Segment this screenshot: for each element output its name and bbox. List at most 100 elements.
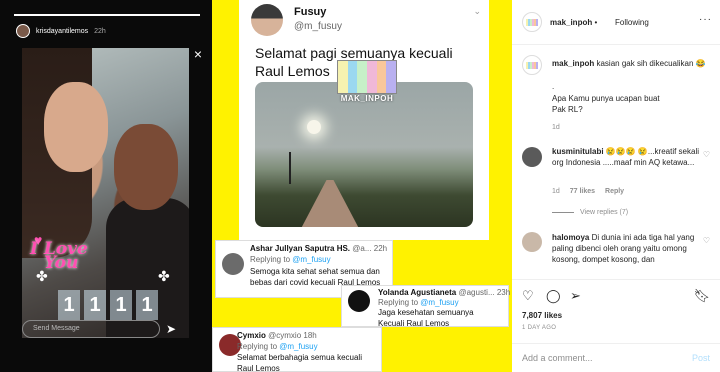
send-icon[interactable]: ➤ [166, 322, 176, 336]
like-heart-icon[interactable]: ♡ [522, 288, 534, 304]
tweet-author-name[interactable]: Fusuy [294, 6, 326, 18]
like-comment-heart-icon[interactable]: ♡ [703, 150, 710, 159]
reply-author: Ashar Jullyan Saputra HS. @a... 22h [250, 244, 387, 253]
color-bar [367, 61, 377, 93]
clover-sticker-icon: ✤ [158, 268, 170, 284]
reply-time: 23h [496, 288, 511, 297]
story-progress-bar [14, 14, 200, 16]
view-replies-line [552, 211, 574, 213]
account-logo-avatar[interactable] [522, 12, 542, 32]
like-comment-heart-icon[interactable]: ♡ [703, 236, 710, 245]
caption-avatar[interactable] [522, 55, 542, 75]
color-bar [338, 61, 348, 93]
photo-pole [289, 152, 291, 184]
reply-time: 22h [373, 244, 388, 253]
share-plane-icon[interactable]: ➢ [570, 288, 581, 304]
clover-sticker-icon: ✤ [36, 268, 48, 284]
logo-color-bars [526, 61, 538, 69]
caption-username[interactable]: mak_inpoh [552, 59, 594, 68]
post-timestamp: 1 DAY AGO [522, 325, 557, 331]
reply-mention-link[interactable]: @m_fusuy [279, 342, 317, 351]
comment-username[interactable]: kusminitulabi [552, 147, 604, 156]
comment-bubble-icon[interactable]: ◯ [546, 288, 561, 304]
post-actions: ♡ ◯ ➢ 🔖︎ 7,807 likes 1 DAY AGO [512, 279, 720, 347]
post-header: mak_inpoh • Following ··· [512, 0, 720, 45]
main-tweet: Fusuy @m_fusuy ⌄ Selamat pagi semuanya k… [239, 0, 489, 240]
add-comment-bar: Add a comment... Post [512, 343, 720, 372]
view-replies-label: View replies (7) [580, 209, 629, 216]
digit: 1 [84, 290, 106, 320]
reply-avatar[interactable] [348, 290, 370, 312]
story-username[interactable]: krisdayantilemos [36, 28, 88, 35]
comment-meta: 1d 77 likes Reply [552, 188, 624, 195]
comment-reply-button[interactable]: Reply [605, 188, 624, 195]
digit-sticker: 1 1 1 1 [58, 290, 158, 320]
color-bar [357, 61, 368, 93]
following-button[interactable]: Following [615, 18, 649, 27]
reply-author-handle: @a... [352, 244, 372, 253]
view-replies-button[interactable]: View replies (7) [552, 209, 628, 216]
more-options-icon[interactable]: ··· [699, 14, 712, 25]
story-header: krisdayantilemos 22h [16, 24, 106, 38]
caption-body: kasian gak sih dikecualikan 😂 [596, 59, 706, 68]
bookmark-icon[interactable]: 🔖︎ [693, 288, 710, 304]
reply-mention-link[interactable]: @m_fusuy [292, 255, 330, 264]
reply-author-name[interactable]: Cymxio [237, 331, 266, 340]
send-message-input[interactable]: Send Message [22, 320, 160, 338]
photo-face-man [114, 124, 178, 210]
tweet-author-handle[interactable]: @m_fusuy [294, 21, 342, 32]
post-author-username-text: mak_inpoh [550, 18, 593, 27]
replying-to: Replying to @m_fusuy [378, 298, 459, 307]
replying-to-label: Replying to [250, 255, 291, 264]
add-comment-input[interactable]: Add a comment... [522, 353, 593, 363]
reply-author-name[interactable]: Yolanda Agustianeta [378, 288, 456, 297]
photo-road [295, 180, 365, 227]
post-author-username[interactable]: mak_inpoh • [550, 18, 597, 27]
comment-avatar[interactable] [522, 147, 542, 167]
color-bar [347, 61, 358, 93]
logo-color-bars [526, 18, 538, 26]
reply-author-handle: @agusti... [458, 288, 495, 297]
caption-dot: . [552, 82, 555, 91]
digit: 1 [110, 290, 132, 320]
photo-face-woman [44, 82, 108, 172]
watermark-text: MAK_INPOH [340, 94, 394, 103]
comment-username[interactable]: halomoya [552, 233, 589, 242]
reply-text: Selamat berbahagia semua kecuali Raul Le… [237, 353, 362, 372]
chevron-down-icon[interactable]: ⌄ [473, 6, 481, 17]
love-sticker: I Love You [30, 241, 88, 272]
digit: 1 [136, 290, 158, 320]
reply-mention-link[interactable]: @m_fusuy [420, 298, 458, 307]
reply-tweet: Yolanda Agustianeta @agusti... 23h Reply… [341, 285, 510, 328]
watermark-color-bars [337, 60, 397, 94]
instagram-post-panel: mak_inpoh • Following ··· mak_inpoh kasi… [512, 0, 720, 372]
reply-author: Yolanda Agustianeta @agusti... 23h [378, 288, 510, 297]
watermark-logo: MAK_INPOH [337, 60, 397, 106]
caption-question: Apa Kamu punya ucapan buat Pak RL? [552, 94, 660, 114]
replying-to: Replying to @m_fusuy [250, 255, 331, 264]
caption-text: mak_inpoh kasian gak sih dikecualikan 😂 [552, 58, 712, 69]
tweet-avatar[interactable] [251, 4, 283, 36]
reply-author-handle: @cymxio [268, 331, 302, 340]
story-avatar[interactable] [16, 24, 30, 38]
close-icon[interactable]: × [194, 46, 202, 62]
replying-to-label: Replying to [378, 298, 419, 307]
post-comment-button[interactable]: Post [692, 353, 710, 363]
digit: 1 [58, 290, 80, 320]
story-time: 22h [94, 27, 106, 35]
reply-author: Cymxio @cymxio 18h [237, 331, 317, 340]
color-bar [376, 61, 387, 93]
reply-tweet: Cymxio @cymxio 18h Replying to @m_fusuy … [212, 327, 382, 372]
color-bar [536, 61, 538, 69]
comment-text: halomoya Di dunia ini ada tiga hal yang … [552, 232, 702, 265]
tweet-collage: Fusuy @m_fusuy ⌄ Selamat pagi semuanya k… [212, 0, 512, 372]
comment-likes[interactable]: 77 likes [570, 188, 595, 195]
reply-author-name[interactable]: Ashar Jullyan Saputra HS. [250, 244, 350, 253]
comment-avatar[interactable] [522, 232, 542, 252]
reply-avatar[interactable] [222, 253, 244, 275]
reply-time: 18h [303, 331, 317, 340]
comment-text: kusminitulabi 😢😢😢 😢...kreatif sekali org… [552, 146, 702, 168]
reply-text: Jaga kesehatan semuanya Kecuali Raul Lem… [378, 308, 474, 328]
post-likes-count[interactable]: 7,807 likes [522, 311, 562, 320]
caption-age: 1d [552, 124, 560, 131]
